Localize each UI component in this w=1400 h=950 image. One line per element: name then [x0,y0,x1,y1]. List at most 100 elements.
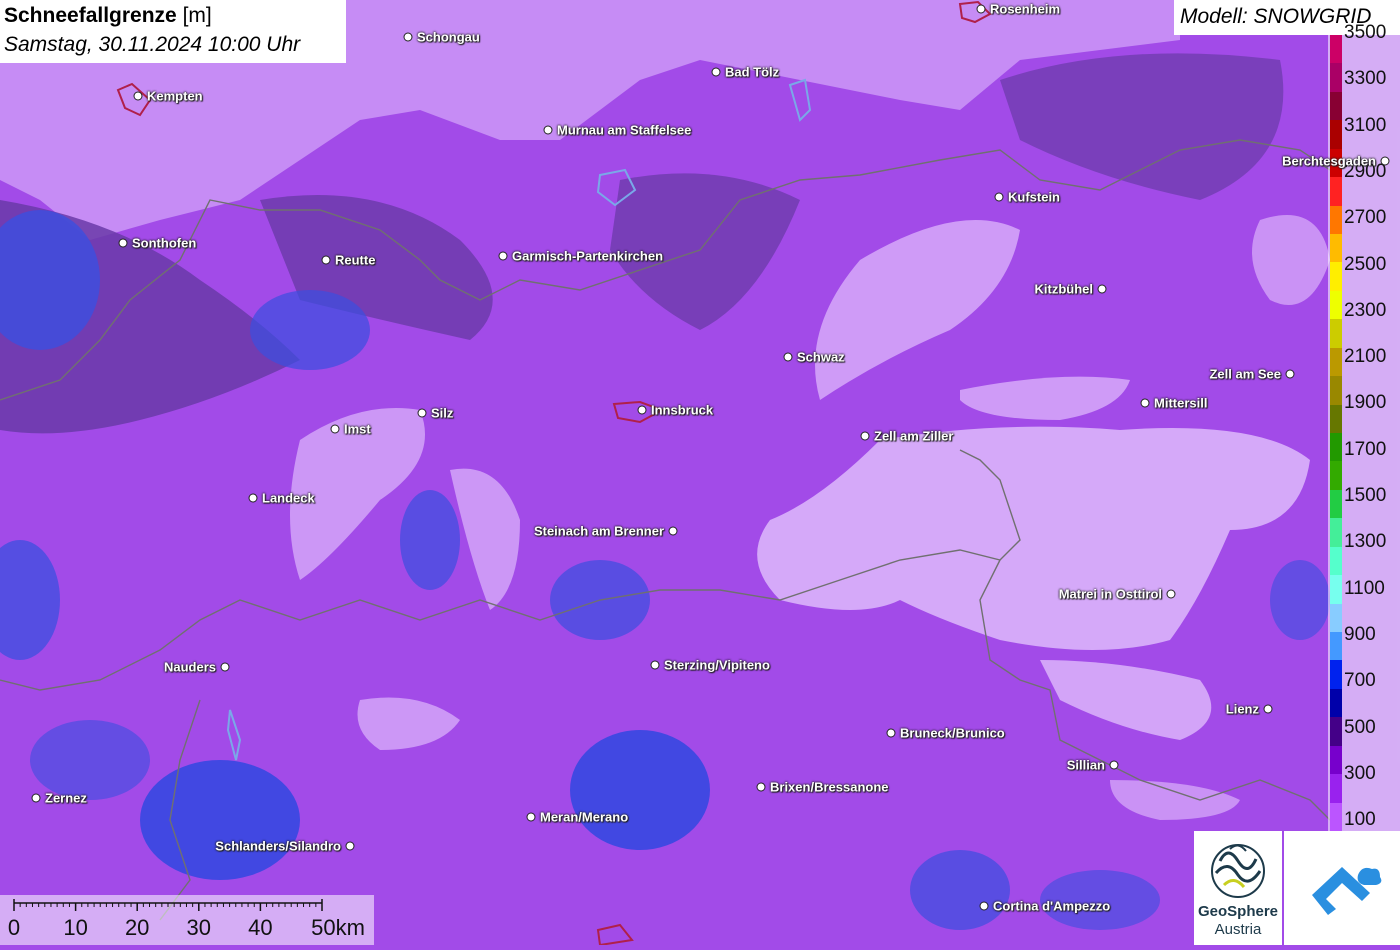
legend-swatch [1330,518,1342,548]
city-dot [668,526,678,536]
city-label[interactable]: Innsbruck [651,403,713,418]
city-label[interactable]: Sterzing/Vipiteno [664,658,770,673]
legend-swatch [1330,745,1342,775]
city-dot [345,841,355,851]
city-dot [220,662,230,672]
city-label[interactable]: Schwaz [797,350,845,365]
legend-label: 3300 [1344,68,1387,90]
city-dot [1166,589,1176,599]
geosphere-country: Austria [1214,921,1262,938]
scale-label: 30 [186,915,212,940]
city-dot [321,255,331,265]
city-dot [1109,760,1119,770]
legend-swatch [1330,234,1342,263]
legend-label: 500 [1344,716,1376,738]
legend-label: 1900 [1344,392,1387,414]
city-dot [526,812,536,822]
model-label: Modell: SNOWGRID [1180,5,1372,28]
city-label[interactable]: Mittersill [1154,396,1207,411]
legend-swatch [1330,433,1342,462]
city-label[interactable]: Zell am Ziller [874,429,953,444]
city-label[interactable]: Lienz [1226,702,1259,717]
legend-swatch [1330,632,1342,661]
city-dot [756,782,766,792]
legend-swatch [1330,35,1342,64]
legend-swatch [1330,376,1342,406]
legend-swatch [1330,63,1342,93]
city-dot [118,238,128,248]
city-label[interactable]: Matrei in Osttirol [1059,587,1162,602]
legend-swatch [1330,575,1342,605]
legend-swatch [1330,290,1342,320]
city-label[interactable]: Meran/Merano [540,810,628,825]
city-label[interactable]: Murnau am Staffelsee [557,123,691,138]
legend-swatch [1330,688,1342,718]
city-dot [498,251,508,261]
city-label[interactable]: Imst [344,422,371,437]
legend-swatch [1330,546,1342,576]
city-label[interactable]: Sillian [1067,758,1105,773]
city-dot [417,408,427,418]
city-label[interactable]: Schlanders/Silandro [215,839,341,854]
scale-label: 50km [311,915,365,940]
city-label[interactable]: Nauders [164,660,216,675]
legend-swatch [1330,205,1342,235]
city-label[interactable]: Landeck [262,491,315,506]
map-subtitle: Samstag, 30.11.2024 10:00 Uhr [4,33,301,56]
legend-swatch [1330,347,1342,377]
legend-swatch [1330,461,1342,491]
scale-label: 0 [7,915,21,940]
legend-swatch [1330,404,1342,434]
city-label[interactable]: Zernez [45,791,87,806]
legend-swatch [1330,262,1342,292]
city-label[interactable]: Rosenheim [990,2,1060,17]
geosphere-austria-logo: GeoSphere Austria [1194,831,1282,945]
city-label[interactable]: Kufstein [1008,190,1060,205]
mountain-cloud-icon [1312,867,1382,915]
scale-bar: 0 10 20 30 40 50km [0,895,374,945]
city-dot [403,32,413,42]
scale-label: 10 [63,915,88,940]
legend-label: 2100 [1344,346,1387,368]
city-label[interactable]: Kempten [147,89,203,104]
legend-label: 1500 [1344,485,1387,506]
city-dot [860,431,870,441]
legend-swatch [1330,489,1342,519]
legend-label: 100 [1344,809,1376,831]
city-label[interactable]: Garmisch-Partenkirchen [512,249,663,264]
city-label[interactable]: Sonthofen [132,236,196,251]
city-label[interactable]: Brixen/Bressanone [770,780,889,795]
city-label[interactable]: Zell am See [1209,367,1281,382]
legend-label: 1300 [1344,531,1387,553]
geosphere-icon [1211,844,1265,898]
city-dot [783,352,793,362]
city-label[interactable]: Reutte [335,253,375,268]
city-dot [1380,156,1390,166]
legend-swatch [1330,603,1342,633]
city-label[interactable]: Steinach am Brenner [534,524,664,539]
legend-label: 2300 [1344,299,1387,321]
city-dot [979,901,989,911]
legend-label: 2500 [1344,253,1387,275]
map-title-box: Schneefallgrenze [m] Samstag, 30.11.2024… [0,0,346,63]
legend-swatch [1330,774,1342,804]
city-label[interactable]: Berchtesgaden [1282,154,1376,169]
legend-swatch [1330,120,1342,150]
city-label[interactable]: Bruneck/Brunico [900,726,1005,741]
city-label[interactable]: Bad Tölz [725,65,779,80]
map-title: Schneefallgrenze [m] [4,4,212,27]
city-label[interactable]: Silz [431,406,453,421]
legend-swatch [1330,91,1342,121]
legend-swatch [1330,177,1342,207]
snowfall-limit-map[interactable] [0,0,1400,945]
city-label[interactable]: Cortina d'Ampezzo [993,899,1110,914]
legend-label: 2700 [1344,207,1387,229]
city-dot [133,91,143,101]
legend-swatch [1330,802,1342,832]
city-label[interactable]: Schongau [417,30,480,45]
city-label[interactable]: Kitzbühel [1035,282,1094,297]
city-dot [543,125,553,135]
city-dot [1285,369,1295,379]
snowgrid-logo [1284,831,1400,945]
city-dot [711,67,721,77]
